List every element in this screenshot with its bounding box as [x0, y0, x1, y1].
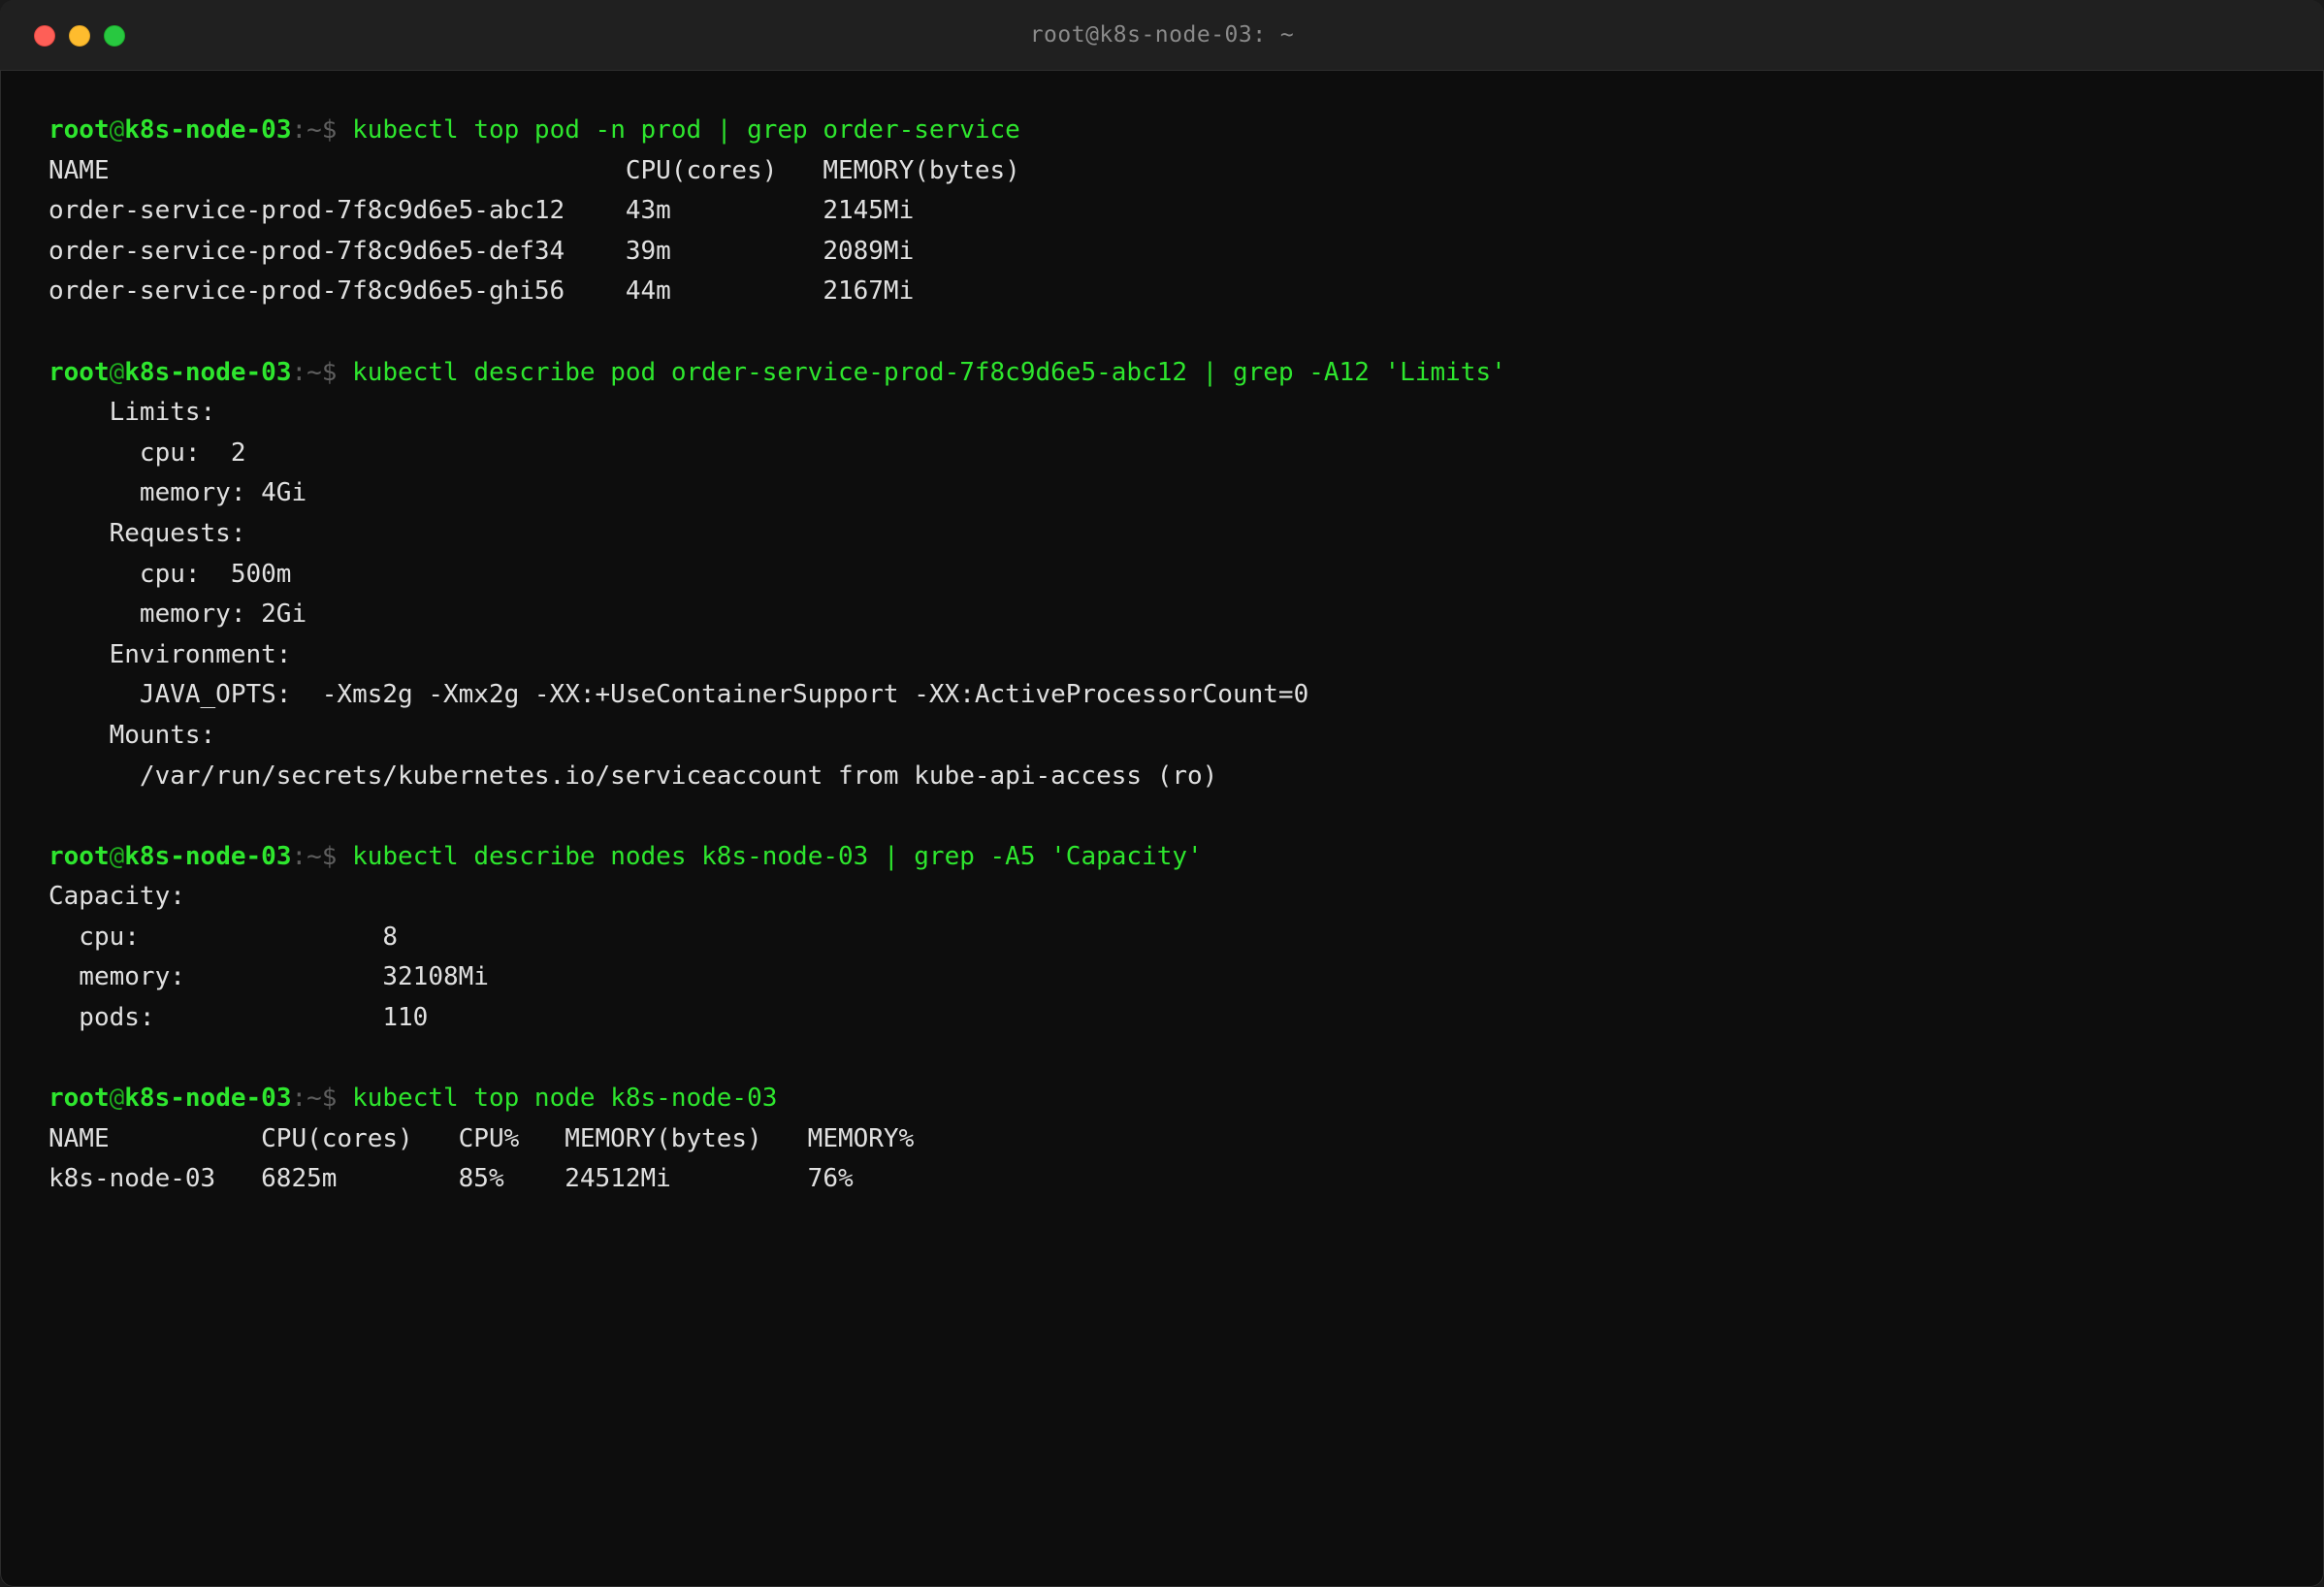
- prompt-user: root: [48, 357, 110, 387]
- output-line: NAME CPU(cores) MEMORY(bytes): [48, 155, 1020, 185]
- output-line: Limits:: [48, 398, 216, 428]
- prompt-user: root: [48, 1084, 110, 1114]
- command-text: kubectl top node k8s-node-03: [352, 1084, 778, 1114]
- window-title: root@k8s-node-03: ~: [1029, 22, 1295, 48]
- prompt-host: k8s-node-03: [124, 841, 292, 871]
- output-line: memory: 4Gi: [48, 478, 307, 508]
- prompt-separator: :~$: [291, 841, 353, 871]
- prompt-separator: :~$: [291, 357, 353, 387]
- output-line: memory: 2Gi: [48, 599, 307, 630]
- command-text: kubectl describe nodes k8s-node-03 | gre…: [352, 841, 1203, 871]
- prompt-at: @: [109, 1084, 125, 1114]
- prompt-line: root@k8s-node-03:~$ kubectl top pod -n p…: [48, 111, 2285, 151]
- output-line: order-service-prod-7f8c9d6e5-def34 39m 2…: [48, 236, 915, 266]
- output-line: Environment:: [48, 639, 292, 669]
- output-line: JAVA_OPTS: -Xms2g -Xmx2g -XX:+UseContain…: [48, 680, 1309, 710]
- output-line: order-service-prod-7f8c9d6e5-abc12 43m 2…: [48, 196, 915, 226]
- prompt-separator: :~$: [291, 115, 353, 145]
- prompt-at: @: [109, 841, 125, 871]
- command-text: kubectl describe pod order-service-prod-…: [352, 357, 1506, 387]
- terminal-window: root@k8s-node-03: ~ root@k8s-node-03:~$ …: [0, 0, 2324, 1587]
- output-line: NAME CPU(cores) CPU% MEMORY(bytes) MEMOR…: [48, 1123, 915, 1153]
- prompt-line: root@k8s-node-03:~$ kubectl describe nod…: [48, 837, 2285, 878]
- output-line: cpu: 2: [48, 437, 246, 468]
- output-line: Capacity:: [48, 882, 185, 912]
- title-bar[interactable]: root@k8s-node-03: ~: [0, 0, 2324, 71]
- output-line: k8s-node-03 6825m 85% 24512Mi 76%: [48, 1164, 854, 1194]
- output-line: memory: 32108Mi: [48, 962, 489, 992]
- output-line: Requests:: [48, 518, 246, 548]
- prompt-at: @: [109, 357, 125, 387]
- prompt-user: root: [48, 115, 110, 145]
- terminal-output[interactable]: root@k8s-node-03:~$ kubectl top pod -n p…: [48, 111, 2285, 1200]
- command-text: kubectl top pod -n prod | grep order-ser…: [352, 115, 1020, 145]
- prompt-line: root@k8s-node-03:~$ kubectl describe pod…: [48, 353, 2285, 394]
- prompt-host: k8s-node-03: [124, 357, 292, 387]
- output-line: order-service-prod-7f8c9d6e5-ghi56 44m 2…: [48, 276, 915, 307]
- output-line: pods: 110: [48, 1003, 429, 1033]
- prompt-host: k8s-node-03: [124, 1084, 292, 1114]
- prompt-separator: :~$: [291, 1084, 353, 1114]
- output-line: cpu: 8: [48, 922, 399, 952]
- output-line: /var/run/secrets/kubernetes.io/serviceac…: [48, 761, 1218, 791]
- prompt-user: root: [48, 841, 110, 871]
- prompt-host: k8s-node-03: [124, 115, 292, 145]
- output-line: Mounts:: [48, 720, 216, 750]
- prompt-at: @: [109, 115, 125, 145]
- output-line: cpu: 500m: [48, 559, 292, 589]
- prompt-line: root@k8s-node-03:~$ kubectl top node k8s…: [48, 1079, 2285, 1119]
